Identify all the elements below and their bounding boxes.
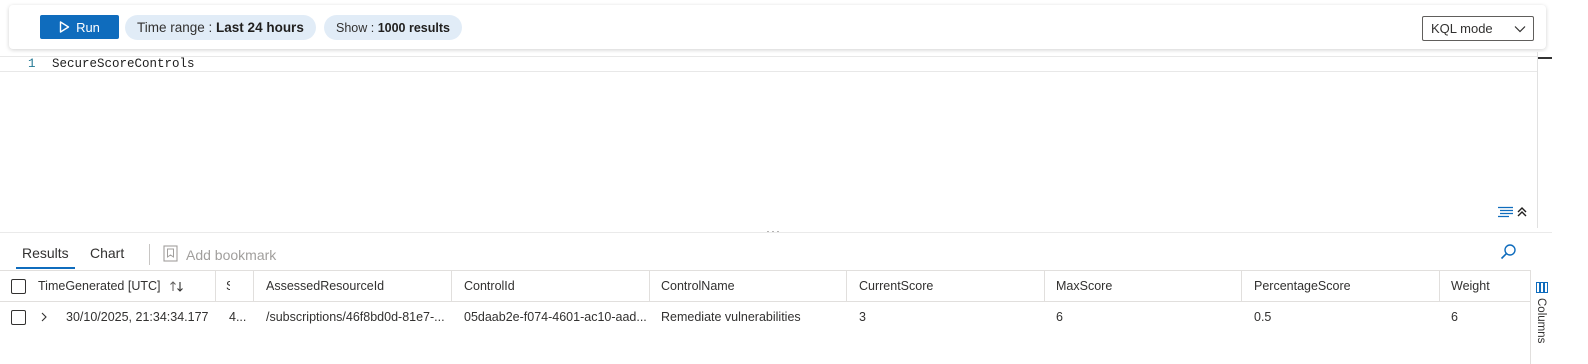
cell-controlid: 05daab2e-f074-4601-ac10-aad... [464,310,647,324]
sort-icon[interactable] [169,280,185,293]
line-number: 1 [28,57,36,71]
columns-panel-label: Columns [1535,298,1547,344]
column-header-s[interactable]: S [226,271,254,301]
cell-maxscore: 6 [1056,310,1063,324]
column-header-percentagescore[interactable]: PercentageScore [1254,271,1440,301]
columns-icon [1536,281,1548,296]
divider [149,244,150,265]
tab-results[interactable]: Results [16,245,75,269]
column-header-assessedresourceid[interactable]: AssessedResourceId [266,271,452,301]
chevron-down-icon [1514,21,1526,36]
column-header-label: S [226,279,230,293]
editor-controls [1497,206,1528,221]
run-button-label: Run [76,19,100,35]
cell-s: 4... [229,310,247,324]
query-toolbar: Run Time range : Last 24 hours Show : 10… [9,5,1546,49]
expand-row-icon[interactable] [40,302,56,332]
time-range-value: Last 24 hours [216,20,304,35]
column-header-label: ControlId [464,279,515,293]
result-limit-picker[interactable]: Show : 1000 results [324,15,462,40]
add-bookmark-label: Add bookmark [186,247,277,263]
run-button[interactable]: Run [40,15,119,39]
column-header-controlname[interactable]: ControlName [661,271,847,301]
query-mode-value: KQL mode [1431,21,1493,36]
query-text[interactable]: SecureScoreControls [52,57,195,71]
cell-controlname: Remediate vulnerabilities [661,310,801,324]
results-tabbar: Results Chart Add bookmark [0,232,1552,270]
columns-side-panel[interactable]: Columns [1530,270,1552,364]
show-value: 1000 results [377,20,450,35]
editor-scrollbar[interactable] [1537,52,1552,228]
column-header-label: CurrentScore [859,279,934,293]
column-header-maxscore[interactable]: MaxScore [1056,271,1242,301]
current-line-highlight [0,56,1537,72]
column-header-label: ControlName [661,279,735,293]
grid-header: TimeGenerated [UTC] S AssessedResourceId… [0,270,1530,302]
add-bookmark-button[interactable]: Add bookmark [163,245,276,265]
row-select-cell [11,302,33,332]
cell-timegenerated: 30/10/2025, 21:34:34.177 [66,310,209,324]
select-all-checkbox[interactable] [11,278,26,294]
bookmark-icon [163,245,178,265]
cell-weight: 6 [1451,310,1458,324]
cell-currentscore: 3 [859,310,866,324]
query-mode-select[interactable]: KQL mode [1422,16,1534,41]
column-header-currentscore[interactable]: CurrentScore [859,271,1045,301]
tab-chart[interactable]: Chart [90,245,124,261]
scrollbar-thumb[interactable] [1538,57,1552,59]
column-header-label: PercentageScore [1254,279,1351,293]
search-icon[interactable] [1500,243,1517,263]
collapse-up-icon[interactable] [1516,206,1528,221]
table-row[interactable]: 30/10/2025, 21:34:34.177 4... /subscript… [0,302,1530,332]
cell-percentagescore: 0.5 [1254,310,1272,324]
show-label: Show : [336,20,375,35]
column-header-weight[interactable]: Weight [1451,271,1529,301]
column-header-label: Weight [1451,279,1490,293]
column-header-label: AssessedResourceId [266,279,385,293]
time-range-label: Time range : [137,20,213,35]
format-icon[interactable] [1497,206,1514,221]
column-header-label: MaxScore [1056,279,1113,293]
cell-assessedresourceid: /subscriptions/46f8bd0d-81e7-... [266,310,445,324]
column-header-timegenerated[interactable]: TimeGenerated [UTC] [38,271,216,301]
select-all-cell [11,271,33,301]
column-header-label: TimeGenerated [UTC] [38,279,161,293]
time-range-picker[interactable]: Time range : Last 24 hours [125,15,316,40]
column-header-controlid[interactable]: ControlId [464,271,650,301]
row-checkbox[interactable] [11,309,26,325]
play-icon [59,21,70,33]
query-editor[interactable]: 1 SecureScoreControls [0,52,1537,227]
